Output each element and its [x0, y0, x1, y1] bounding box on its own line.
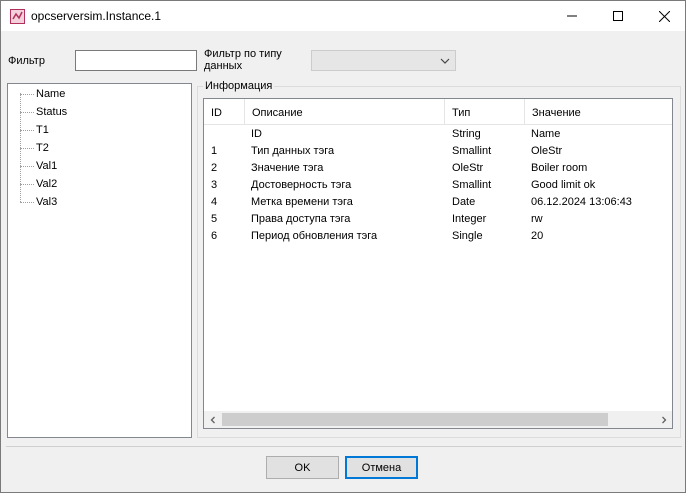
horizontal-scrollbar[interactable]	[204, 411, 672, 428]
cell-type: Integer	[452, 213, 487, 225]
maximize-button[interactable]	[595, 1, 641, 31]
type-filter-label-line1: Фильтр по типу	[204, 48, 282, 60]
cell-description: ID	[251, 128, 262, 140]
cell-id: 3	[211, 179, 218, 191]
cell-value: Good limit ok	[531, 179, 596, 191]
chevron-down-icon	[440, 58, 450, 64]
tree-branch	[20, 112, 34, 113]
tree-item-label: Val2	[36, 178, 58, 190]
tree-item-val2[interactable]: Val2	[8, 176, 188, 193]
close-icon	[658, 10, 670, 22]
cell-description: Значение тэга	[251, 162, 324, 174]
tree-item-label: T2	[36, 142, 49, 154]
tree-branch	[20, 148, 34, 149]
tree-branch	[20, 202, 34, 203]
cell-id: 1	[211, 145, 218, 157]
tree-item-label: Val3	[36, 196, 58, 208]
table-row[interactable]: 3 Достоверность тэга Smallint Good limit…	[204, 177, 672, 194]
ok-button[interactable]: OK	[266, 456, 339, 479]
title-bar[interactable]: opcserversim.Instance.1	[1, 1, 685, 31]
minimize-button[interactable]	[549, 1, 595, 31]
type-filter-select[interactable]	[311, 50, 456, 71]
close-button[interactable]	[641, 1, 686, 31]
column-header-id[interactable]: ID	[204, 99, 245, 125]
cell-value: 06.12.2024 13:06:43	[531, 196, 632, 208]
cancel-button[interactable]: Отмена	[345, 456, 418, 479]
filter-label: Фильтр	[8, 55, 45, 67]
tree-item-label: Status	[36, 106, 68, 118]
cell-type: OleStr	[452, 162, 484, 174]
chevron-left-icon	[210, 416, 215, 423]
cell-type: Smallint	[452, 179, 492, 191]
column-header-description[interactable]: Описание	[245, 99, 445, 125]
cell-id: 5	[211, 213, 218, 225]
cell-value: OleStr	[531, 145, 563, 157]
table-row[interactable]: 5 Права доступа тэга Integer rw	[204, 211, 672, 228]
cell-description: Права доступа тэга	[251, 213, 351, 225]
dialog-window: opcserversim.Instance.1 Фильтр Фильтр по…	[0, 0, 686, 493]
tree-item-t2[interactable]: T2	[8, 140, 188, 157]
table-row[interactable]: 1 Тип данных тэга Smallint OleStr	[204, 143, 672, 160]
cell-id: 4	[211, 196, 218, 208]
cell-type: Date	[452, 196, 476, 208]
tree-item-name[interactable]: Name	[8, 86, 188, 103]
scroll-thumb[interactable]	[222, 413, 608, 426]
tree-item-status[interactable]: Status	[8, 104, 188, 121]
cell-id: 2	[211, 162, 218, 174]
cell-value: Boiler room	[531, 162, 588, 174]
chevron-right-icon	[661, 416, 666, 423]
tree-item-label: T1	[36, 124, 49, 136]
filter-input[interactable]	[75, 50, 197, 71]
cell-type: String	[452, 128, 481, 140]
cell-type: Single	[452, 230, 483, 242]
minimize-icon	[567, 15, 577, 17]
cell-description: Метка времени тэга	[251, 196, 353, 208]
tree-item-val3[interactable]: Val3	[8, 194, 188, 211]
table-row[interactable]: 4 Метка времени тэга Date 06.12.2024 13:…	[204, 194, 672, 211]
cell-type: Smallint	[452, 145, 492, 157]
table-row[interactable]: ID String Name	[204, 126, 672, 143]
maximize-icon	[613, 11, 623, 21]
table-row[interactable]: 6 Период обновления тэга Single 20	[204, 228, 672, 245]
table-header: ID Описание Тип Значение	[204, 99, 672, 125]
cell-value: Name	[531, 128, 561, 140]
window-title: opcserversim.Instance.1	[31, 9, 162, 23]
tree-branch	[20, 94, 34, 95]
type-filter-label-line2: данных	[204, 60, 243, 72]
tree-item-label: Name	[36, 88, 66, 100]
cell-description: Период обновления тэга	[251, 230, 378, 242]
tree-item-label: Val1	[36, 160, 58, 172]
cell-value: 20	[531, 230, 544, 242]
tree-item-val1[interactable]: Val1	[8, 158, 188, 175]
app-icon	[10, 9, 25, 24]
cell-description: Достоверность тэга	[251, 179, 352, 191]
tree-branch	[20, 184, 34, 185]
separator	[6, 446, 682, 447]
scroll-left-button[interactable]	[204, 411, 221, 428]
column-header-type[interactable]: Тип	[445, 99, 525, 125]
type-filter-label: Фильтр по типу данных	[204, 48, 282, 72]
cell-value: rw	[531, 213, 543, 225]
scroll-right-button[interactable]	[655, 411, 672, 428]
tag-tree[interactable]: Name Status T1 T2 Val1 Val2 Val3	[7, 83, 192, 438]
cell-id: 6	[211, 230, 218, 242]
tree-branch	[20, 130, 34, 131]
cell-description: Тип данных тэга	[251, 145, 335, 157]
table-row[interactable]: 2 Значение тэга OleStr Boiler room	[204, 160, 672, 177]
column-header-value[interactable]: Значение	[525, 99, 672, 125]
info-group-title: Информация	[203, 80, 275, 92]
info-table[interactable]: ID Описание Тип Значение ID String Name …	[203, 98, 673, 429]
tree-branch	[20, 166, 34, 167]
tree-item-t1[interactable]: T1	[8, 122, 188, 139]
